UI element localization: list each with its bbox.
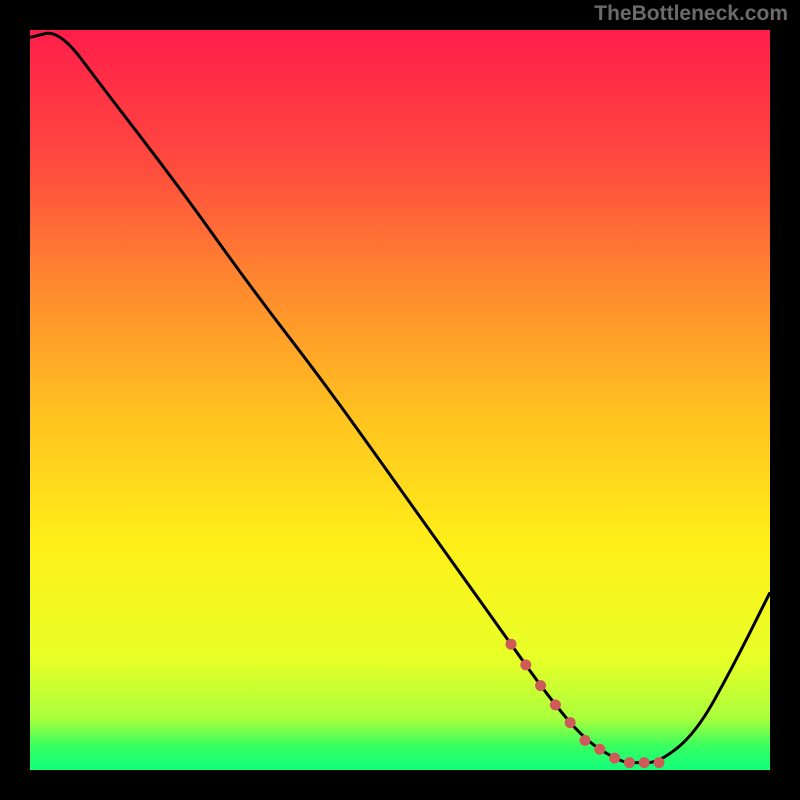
optimal-dot (550, 699, 561, 710)
optimal-dot (506, 639, 517, 650)
chart-curve-layer (30, 30, 770, 770)
optimal-zone-markers (506, 639, 665, 768)
bottleneck-curve-line (30, 33, 770, 762)
watermark-text: TheBottleneck.com (594, 2, 788, 26)
optimal-dot (580, 735, 591, 746)
optimal-dot (624, 757, 635, 768)
optimal-dot (609, 753, 620, 764)
bottleneck-chart (30, 30, 770, 770)
optimal-dot (654, 757, 665, 768)
optimal-dot (535, 680, 546, 691)
optimal-dot (565, 717, 576, 728)
optimal-dot (639, 757, 650, 768)
optimal-dot (594, 744, 605, 755)
optimal-dot (520, 659, 531, 670)
